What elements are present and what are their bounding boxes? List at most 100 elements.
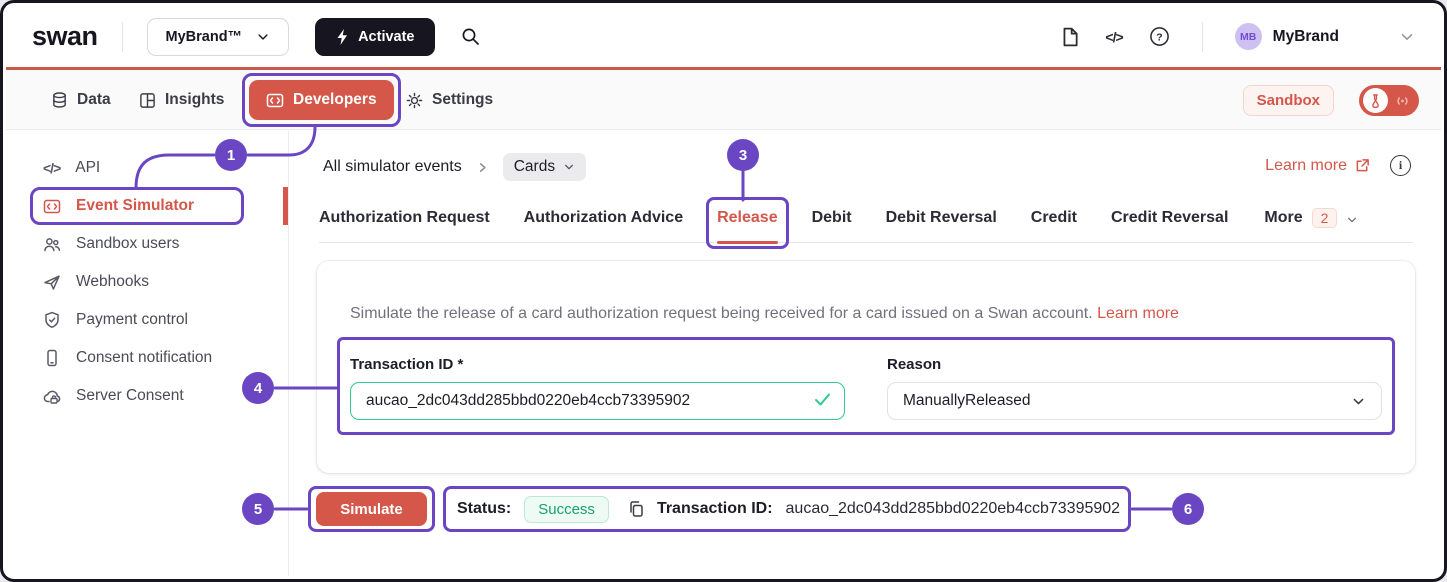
reason-select[interactable]: ManuallyReleased [887, 382, 1382, 420]
nav-label: Settings [432, 91, 493, 109]
smartphone-icon [43, 349, 61, 367]
help-icon[interactable]: ? [1149, 26, 1170, 47]
active-tab-underline [717, 241, 778, 244]
reason-selected-value: ManuallyReleased [903, 392, 1031, 410]
account-chevron-down-icon[interactable] [1399, 29, 1415, 45]
transaction-id-label: Transaction ID * [350, 356, 845, 373]
breadcrumb-current-dropdown[interactable]: Cards [503, 153, 586, 181]
shield-check-icon [43, 311, 61, 329]
chevron-down-icon [1351, 394, 1366, 409]
sidebar-item-webhooks[interactable]: Webhooks [6, 263, 288, 301]
tab-authorization-request[interactable]: Authorization Request [319, 207, 490, 242]
live-signal-icon [1394, 94, 1411, 108]
gear-icon [406, 92, 423, 109]
status-badge: Success [524, 496, 609, 523]
nav-label: Developers [293, 91, 377, 109]
nav-item-insights[interactable]: Insights [139, 70, 224, 130]
flask-icon [1363, 88, 1388, 113]
sidebar-item-api[interactable]: </> API [6, 149, 288, 187]
simulate-button[interactable]: Simulate [316, 492, 427, 526]
active-indicator-bar [283, 187, 288, 225]
api-code-icon: </> [43, 160, 60, 176]
avatar: MB [1235, 23, 1262, 50]
sidebar-item-label: Server Consent [76, 387, 184, 405]
external-link-icon [1355, 158, 1370, 173]
cloud-lock-icon [43, 388, 61, 405]
svg-text:?: ? [1156, 31, 1162, 43]
sidebar-item-payment-control[interactable]: Payment control [6, 301, 288, 339]
account-menu[interactable]: MB MyBrand [1235, 23, 1339, 50]
more-label: More [1264, 207, 1302, 227]
simulation-result: Status: Success Transaction ID: aucao_2d… [443, 486, 1131, 532]
page-actions: Learn more i [1265, 155, 1411, 176]
reason-field-group: Reason ManuallyReleased [887, 356, 1382, 420]
status-label: Status: [457, 500, 511, 518]
transaction-id-input[interactable] [350, 382, 845, 420]
tab-credit-reversal[interactable]: Credit Reversal [1111, 207, 1228, 242]
breadcrumb: All simulator events Cards [323, 153, 586, 181]
paper-plane-icon [43, 274, 61, 291]
swan-logo: swan [32, 21, 98, 52]
copy-icon[interactable] [628, 500, 644, 518]
search-icon[interactable] [461, 27, 480, 46]
project-selector[interactable]: MyBrand™ [147, 18, 290, 56]
tab-more[interactable]: More 2 [1264, 207, 1358, 242]
header-actions: </> ? MB MyBrand [1061, 22, 1415, 52]
learn-more-link[interactable]: Learn more [1265, 157, 1370, 175]
main-content: All simulator events Cards Learn more i … [289, 131, 1441, 576]
chevron-down-icon [256, 30, 270, 44]
account-name: MyBrand [1273, 28, 1339, 46]
database-icon [51, 91, 68, 109]
sidebar-item-server-consent[interactable]: Server Consent [6, 377, 288, 415]
form-description: Simulate the release of a card authoriza… [350, 305, 1382, 323]
chevron-right-icon [476, 161, 489, 174]
reason-label: Reason [887, 356, 1382, 373]
top-header: swan MyBrand™ Activate </> ? [6, 6, 1441, 67]
environment-toggle[interactable] [1359, 85, 1419, 116]
nav-item-data[interactable]: Data [51, 70, 111, 130]
tab-authorization-advice[interactable]: Authorization Advice [524, 207, 683, 242]
sandbox-badge[interactable]: Sandbox [1243, 85, 1334, 116]
code-glyph: </> [1105, 29, 1122, 45]
users-icon [43, 236, 61, 253]
app-window: swan MyBrand™ Activate </> ? [0, 0, 1447, 582]
tab-credit[interactable]: Credit [1031, 207, 1077, 242]
primary-nav: Data Insights Developers Settings Sandbo… [6, 70, 1441, 130]
tab-release-label: Release [717, 209, 778, 226]
nav-label: Data [77, 91, 111, 109]
result-transaction-id-value: aucao_2dc043dd285bbd0220eb4ccb73395902 [786, 500, 1121, 518]
sidebar-item-label: Payment control [76, 311, 188, 329]
sidebar-item-consent-notification[interactable]: Consent notification [6, 339, 288, 377]
simulator-form-card: Simulate the release of a card authoriza… [317, 261, 1415, 473]
tab-release[interactable]: Release [717, 207, 778, 242]
sidebar-item-event-simulator[interactable]: Event Simulator [6, 187, 288, 225]
transaction-id-field-group: Transaction ID * [350, 356, 845, 420]
breadcrumb-current-label: Cards [514, 158, 555, 176]
lightning-icon [335, 29, 349, 45]
info-icon[interactable]: i [1390, 155, 1411, 176]
more-count-badge: 2 [1312, 208, 1338, 228]
result-transaction-id-label: Transaction ID: [657, 500, 773, 518]
tab-debit[interactable]: Debit [812, 207, 852, 242]
nav-item-developers[interactable]: Developers [249, 80, 394, 120]
sidebar-item-label: API [75, 159, 100, 177]
nav-item-settings[interactable]: Settings [406, 70, 493, 130]
activate-label: Activate [358, 29, 414, 45]
event-simulator-icon [43, 198, 61, 215]
event-tabs: Authorization Request Authorization Advi… [319, 207, 1413, 243]
learn-more-label: Learn more [1265, 157, 1347, 175]
sidebar-item-sandbox-users[interactable]: Sandbox users [6, 225, 288, 263]
description-learn-more-link[interactable]: Learn more [1097, 305, 1179, 322]
valid-check-icon [814, 392, 831, 407]
activate-button[interactable]: Activate [315, 18, 434, 56]
sidebar: </> API Event Simulator Sandbox users We… [6, 131, 289, 576]
tab-debit-reversal[interactable]: Debit Reversal [886, 207, 997, 242]
grid-icon [139, 92, 156, 109]
document-icon[interactable] [1061, 27, 1079, 47]
sidebar-item-label: Webhooks [76, 273, 149, 291]
code-icon[interactable]: </> [1105, 29, 1122, 45]
form-fields-row: Transaction ID * Reason ManuallyReleased [350, 356, 1382, 420]
breadcrumb-root[interactable]: All simulator events [323, 158, 462, 176]
sidebar-item-label: Event Simulator [76, 197, 194, 215]
developers-icon [266, 92, 284, 109]
